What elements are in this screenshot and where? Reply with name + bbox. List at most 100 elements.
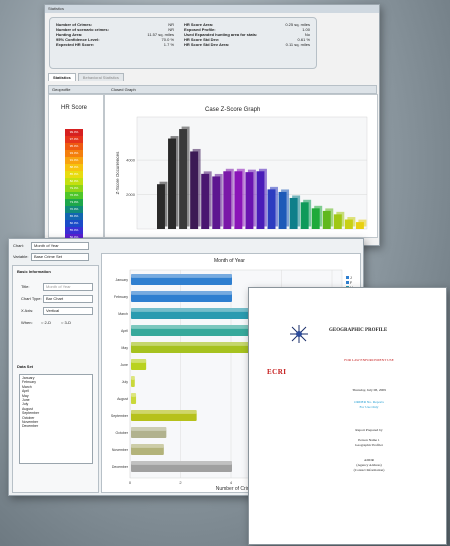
variable-label: Variable: bbox=[13, 254, 29, 259]
chart-label: Chart: bbox=[13, 243, 24, 248]
prepared-by: Report Prepared by bbox=[355, 428, 383, 432]
chart-select[interactable]: Month of Year bbox=[31, 242, 89, 250]
bar-highlight bbox=[131, 461, 232, 465]
bar bbox=[311, 208, 320, 229]
radio-2d[interactable]: ○ 2-D bbox=[41, 320, 51, 325]
title-input[interactable]: Month of Year bbox=[43, 283, 93, 291]
bar bbox=[355, 222, 364, 229]
when-label: When: bbox=[21, 320, 33, 325]
radio-3d[interactable]: ○ 3-D bbox=[61, 320, 71, 325]
scale-swatch: 82.0% bbox=[65, 178, 83, 185]
tab-behavioral-statistics[interactable]: Behavioral Statistics bbox=[77, 73, 124, 81]
document-line2: For Use Only bbox=[359, 405, 379, 409]
bar bbox=[190, 151, 199, 229]
category-label: September bbox=[111, 414, 129, 418]
bar bbox=[300, 202, 309, 229]
category-label: June bbox=[120, 363, 128, 367]
bar-highlight bbox=[131, 410, 197, 414]
category-label: February bbox=[114, 295, 128, 299]
scale-swatch: 91.0% bbox=[65, 157, 83, 164]
bar bbox=[344, 219, 353, 229]
scale-swatch: 99.0% bbox=[65, 129, 83, 136]
bar bbox=[212, 176, 221, 229]
summary-left-column: Number of Crimes: NR Number of scenario cr… bbox=[56, 22, 174, 47]
address-line3: (Contact Information) bbox=[353, 468, 385, 472]
document-subtitle: FOR LAW ENFORCEMENT USE bbox=[344, 358, 394, 362]
summary-right-row: HR Score Std Dev Area: 0.11 sq. miles bbox=[184, 42, 310, 47]
category-label: January bbox=[116, 278, 129, 282]
scale-swatch: 60.0% bbox=[65, 220, 83, 227]
basic-info-header[interactable]: Basic Information bbox=[17, 269, 51, 274]
xaxis-select[interactable]: Vertical bbox=[43, 307, 93, 315]
bar bbox=[168, 138, 177, 229]
title-label: Title: bbox=[21, 284, 30, 289]
bar bbox=[245, 172, 254, 229]
report-document: GEOGRAPHIC PROFILE ECRI FOR LAW ENFORCEM… bbox=[248, 287, 447, 545]
chart-type-label: Chart Type: bbox=[21, 296, 42, 301]
scale-swatch: 95.0% bbox=[65, 143, 83, 150]
chart-type-select[interactable]: Bar Chart bbox=[43, 295, 93, 303]
hr-score-legend: HR Score 99.0% 97.0% 95.0% 93.0% 91.0% 88.0% 8… bbox=[48, 94, 104, 269]
scale-swatch: 79.0% bbox=[65, 185, 83, 192]
summary-value: 1.7 % bbox=[163, 42, 174, 47]
legend-label: F bbox=[350, 281, 353, 285]
geoprofile-header: Geoprofile bbox=[52, 87, 71, 92]
legend-swatch bbox=[346, 281, 349, 284]
y-tick-label: 2000 bbox=[126, 192, 136, 197]
variable-select[interactable]: Base Crime Set bbox=[31, 253, 89, 261]
bar bbox=[333, 214, 342, 229]
category-label: March bbox=[118, 312, 128, 316]
bar-highlight bbox=[131, 444, 164, 448]
category-label: April bbox=[121, 329, 128, 333]
profiler-name: Person Name 1 bbox=[358, 438, 380, 442]
summary-label: Expected HR Score: bbox=[56, 42, 95, 47]
scale-swatch: 70.0% bbox=[65, 206, 83, 213]
radio-2d-label: 2-D bbox=[44, 320, 51, 325]
radio-3d-label: 3-D bbox=[64, 320, 71, 325]
bar bbox=[256, 171, 265, 229]
scale-swatch: 85.0% bbox=[65, 171, 83, 178]
scale-swatch: 73.0% bbox=[65, 199, 83, 206]
bar bbox=[201, 173, 210, 229]
category-label: May bbox=[121, 346, 128, 350]
bar-highlight bbox=[131, 291, 232, 295]
scale-swatch: 88.0% bbox=[65, 164, 83, 171]
y-axis-label: Z-Score Occurrences bbox=[115, 151, 120, 195]
scale-swatch: 93.0% bbox=[65, 150, 83, 157]
month-list[interactable]: January February March April May June July Augu… bbox=[19, 374, 93, 464]
summary-label: HR Score Std Dev Area: bbox=[184, 42, 230, 47]
category-label: August bbox=[117, 397, 128, 401]
category-label: December bbox=[112, 465, 129, 469]
x-tick-label: 0 bbox=[129, 480, 132, 485]
bar-highlight bbox=[131, 274, 232, 278]
graph-header: Closed Graph bbox=[111, 87, 136, 92]
legend-title: HR Score bbox=[61, 105, 88, 111]
star-logo-icon bbox=[290, 325, 308, 343]
summary-left-row: Expected HR Score: 1.7 % bbox=[56, 42, 174, 47]
legend-label: J bbox=[350, 276, 352, 280]
bar bbox=[289, 197, 298, 229]
category-label: November bbox=[112, 448, 129, 452]
bar-highlight bbox=[131, 359, 147, 363]
bar bbox=[179, 129, 188, 229]
document-title: GEOGRAPHIC PROFILE bbox=[329, 328, 388, 333]
x-tick-label: 4 bbox=[230, 480, 233, 485]
xaxis-label: X Axis: bbox=[21, 308, 34, 313]
window-title: Statistics bbox=[45, 5, 379, 13]
summary-right-column: HR Score Area: 0.25 sq. miles Exposed Prof… bbox=[184, 22, 310, 47]
address-line1: ADDR bbox=[364, 458, 374, 462]
bar bbox=[267, 189, 276, 229]
address-line2: (Agency Address) bbox=[356, 463, 382, 467]
month-list-item[interactable]: December bbox=[22, 424, 90, 428]
category-label: October bbox=[116, 431, 129, 435]
summary-value: 0.11 sq. miles bbox=[285, 42, 310, 47]
document-line1: ORDER No. Reports bbox=[354, 400, 384, 404]
data-set-header[interactable]: Data Set bbox=[17, 364, 33, 369]
tab-statistics[interactable]: Statistics bbox=[48, 73, 76, 81]
bar bbox=[234, 171, 243, 229]
legend-swatch bbox=[346, 276, 349, 279]
zscore-chart: 2000 4000 Z-Score Occurrences bbox=[115, 116, 368, 230]
category-label: July bbox=[122, 380, 128, 384]
bar bbox=[223, 171, 232, 229]
scale-swatch: 76.0% bbox=[65, 192, 83, 199]
